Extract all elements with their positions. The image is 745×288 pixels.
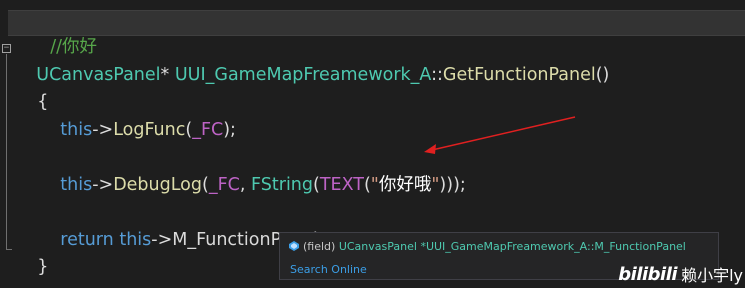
block-guide-end	[6, 249, 12, 250]
arrow-operator: ->	[92, 175, 114, 195]
search-online-link[interactable]: Search Online	[290, 263, 367, 276]
collapse-icon[interactable]: −	[2, 44, 11, 53]
string-quote-open: "	[370, 175, 379, 195]
code-editor[interactable]: //你好 − UCanvasPanel* UUI_GameMapFreamewo…	[0, 0, 745, 288]
function-signature-line[interactable]: UCanvasPanel* UUI_GameMapFreamework_A::G…	[14, 39, 609, 85]
debuglog-call: DebugLog	[113, 175, 202, 195]
comment-line[interactable]: //你好	[8, 10, 745, 57]
paren-open: (	[202, 175, 209, 195]
logfunc-line[interactable]: this->LogFunc(_FC);	[38, 94, 236, 140]
return-keyword: return	[60, 230, 114, 250]
bilibili-logo: bilibili	[618, 263, 678, 285]
watermark: bilibili 赖小宇ly	[618, 262, 743, 286]
function-name: GetFunctionPanel	[442, 65, 596, 85]
paren-close: );	[223, 120, 236, 140]
paren-open-3: (	[363, 175, 371, 195]
string-literal: 你好哦	[378, 175, 432, 195]
paren-open-2: (	[313, 175, 320, 195]
arrow-operator: ->	[92, 120, 114, 140]
block-guide-line	[6, 54, 7, 250]
tooltip-type: UCanvasPanel	[338, 240, 417, 253]
return-type: UCanvasPanel	[36, 65, 161, 85]
pointer-symbol: *	[160, 65, 170, 85]
fc-argument: _FC	[208, 175, 240, 195]
tooltip-signature: (field) UCanvasPanel *UUI_GameMapFreamew…	[289, 240, 686, 253]
param-list: ()	[595, 65, 610, 85]
debuglog-line[interactable]: this->DebugLog(_FC, FString(TEXT("你好哦"))…	[38, 149, 466, 195]
class-name: UUI_GameMapFreamework_A	[174, 65, 432, 85]
logfunc-call: LogFunc	[113, 120, 186, 140]
open-brace-line[interactable]: {	[15, 66, 48, 112]
fc-argument: _FC	[192, 120, 224, 140]
close-brace-line[interactable]: }	[15, 231, 48, 277]
tooltip-kind: (field)	[303, 240, 336, 253]
field-icon	[289, 241, 299, 251]
this-keyword: this	[60, 175, 93, 195]
this-keyword: this	[119, 230, 152, 250]
this-keyword: this	[60, 120, 93, 140]
fstring-type: FString	[251, 175, 314, 195]
return-line[interactable]: return this->M_FunctionPanel;	[38, 204, 323, 250]
close-brace: }	[37, 257, 49, 277]
comma: ,	[239, 175, 252, 195]
arrow-operator: ->	[151, 230, 173, 250]
text-macro: TEXT	[319, 175, 364, 195]
scope-operator: ::	[431, 65, 443, 85]
tooltip-qualified-name: *UUI_GameMapFreamework_A::M_FunctionPane…	[420, 240, 686, 253]
watermark-author: 赖小宇ly	[681, 266, 743, 285]
closing-parens: )));	[439, 175, 466, 195]
